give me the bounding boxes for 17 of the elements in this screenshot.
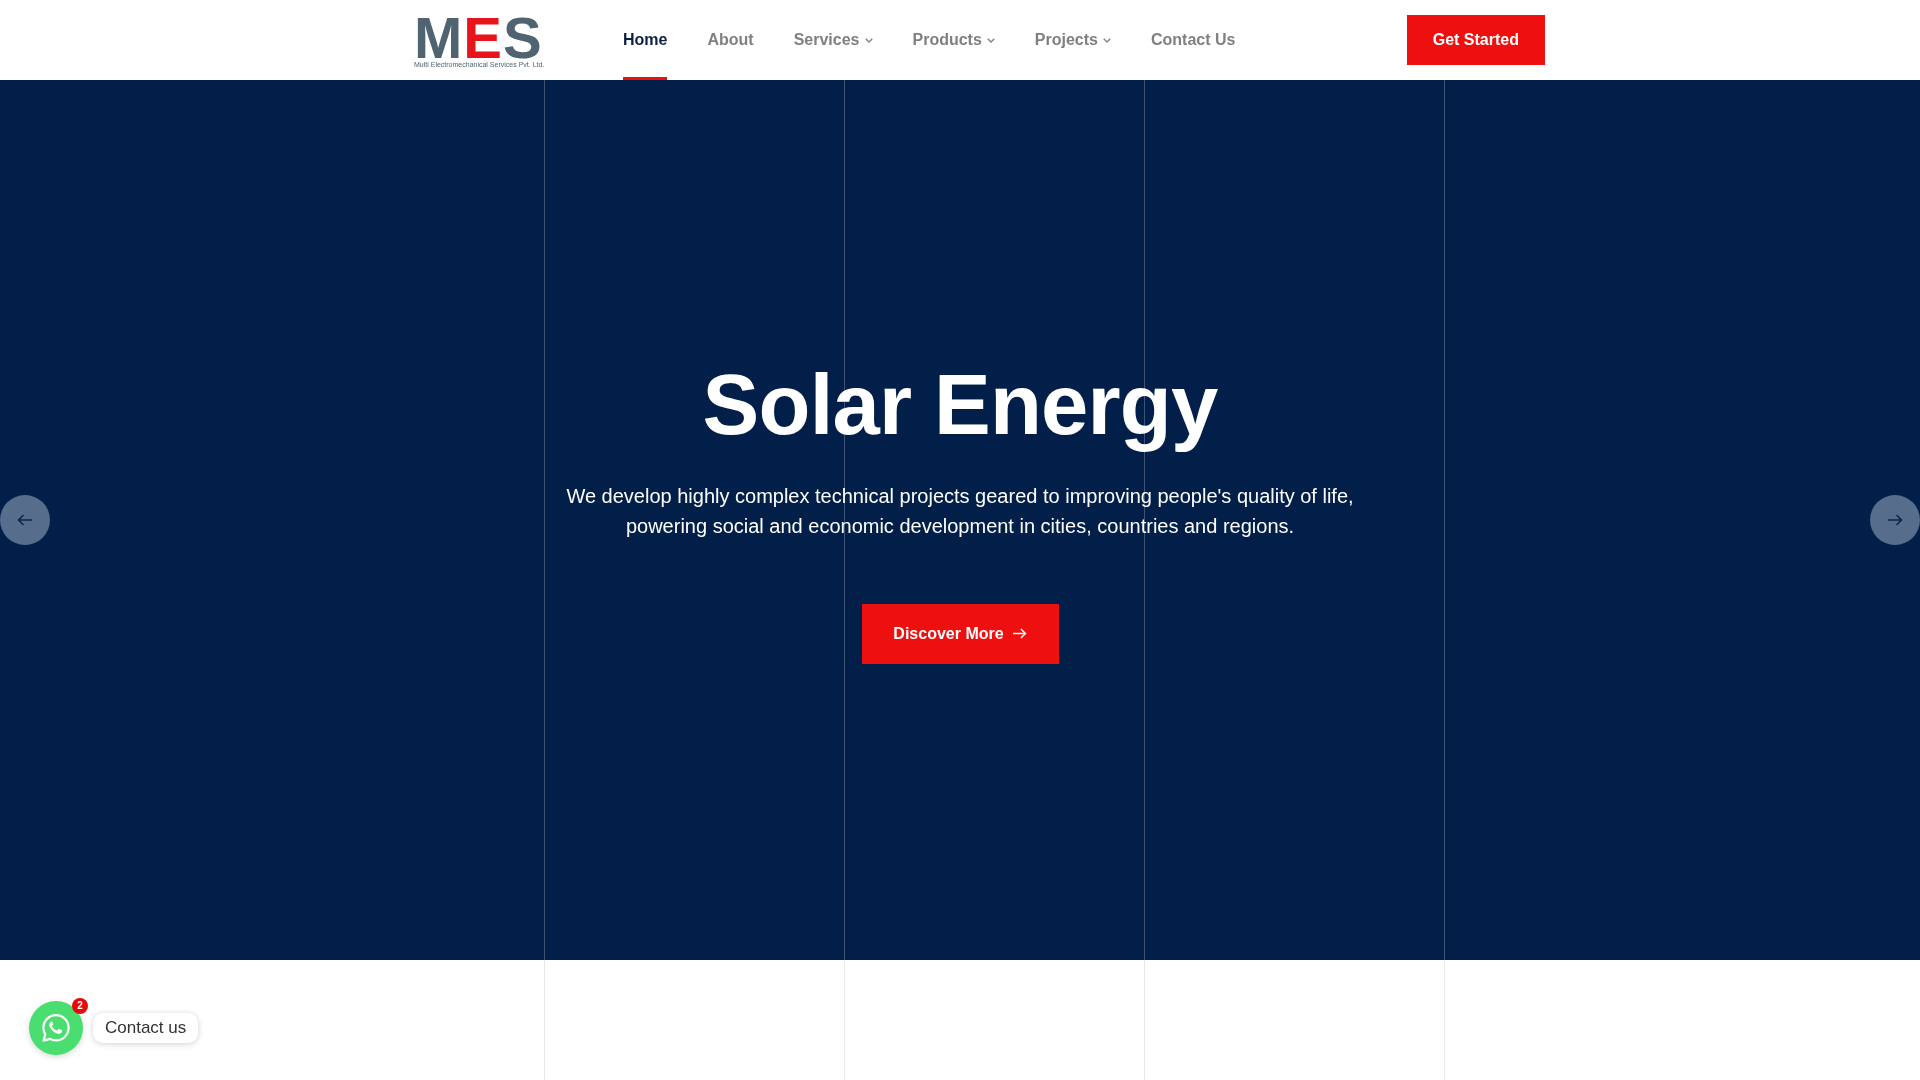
hero-title: Solar Energy — [702, 358, 1218, 452]
phone-bubble-icon — [40, 1012, 72, 1044]
logo-wordmark[interactable]: MES — [414, 11, 543, 60]
discover-more-button[interactable]: Discover More — [861, 603, 1059, 664]
arrow-left-icon — [17, 514, 33, 526]
next-slide-button[interactable] — [1870, 495, 1920, 545]
get-started-button[interactable]: Get Started — [1406, 15, 1545, 65]
nav-link[interactable]: Contact Us — [1151, 0, 1236, 80]
nav-link[interactable]: Services — [793, 0, 873, 80]
contact-us-tooltip[interactable]: Contact us — [93, 1013, 199, 1043]
arrow-right-icon — [1011, 628, 1027, 639]
hero-description: We develop highly complex technical projects geared to improving people's quality of life, powering social and economic development in cities, countries and regions. — [565, 483, 1355, 539]
nav-link[interactable]: About — [707, 0, 754, 80]
nav-link[interactable]: Projects — [1034, 0, 1111, 80]
arrow-right-icon — [1887, 514, 1903, 526]
nav-link[interactable]: Products — [912, 0, 995, 80]
previous-slide-button[interactable] — [0, 495, 50, 545]
